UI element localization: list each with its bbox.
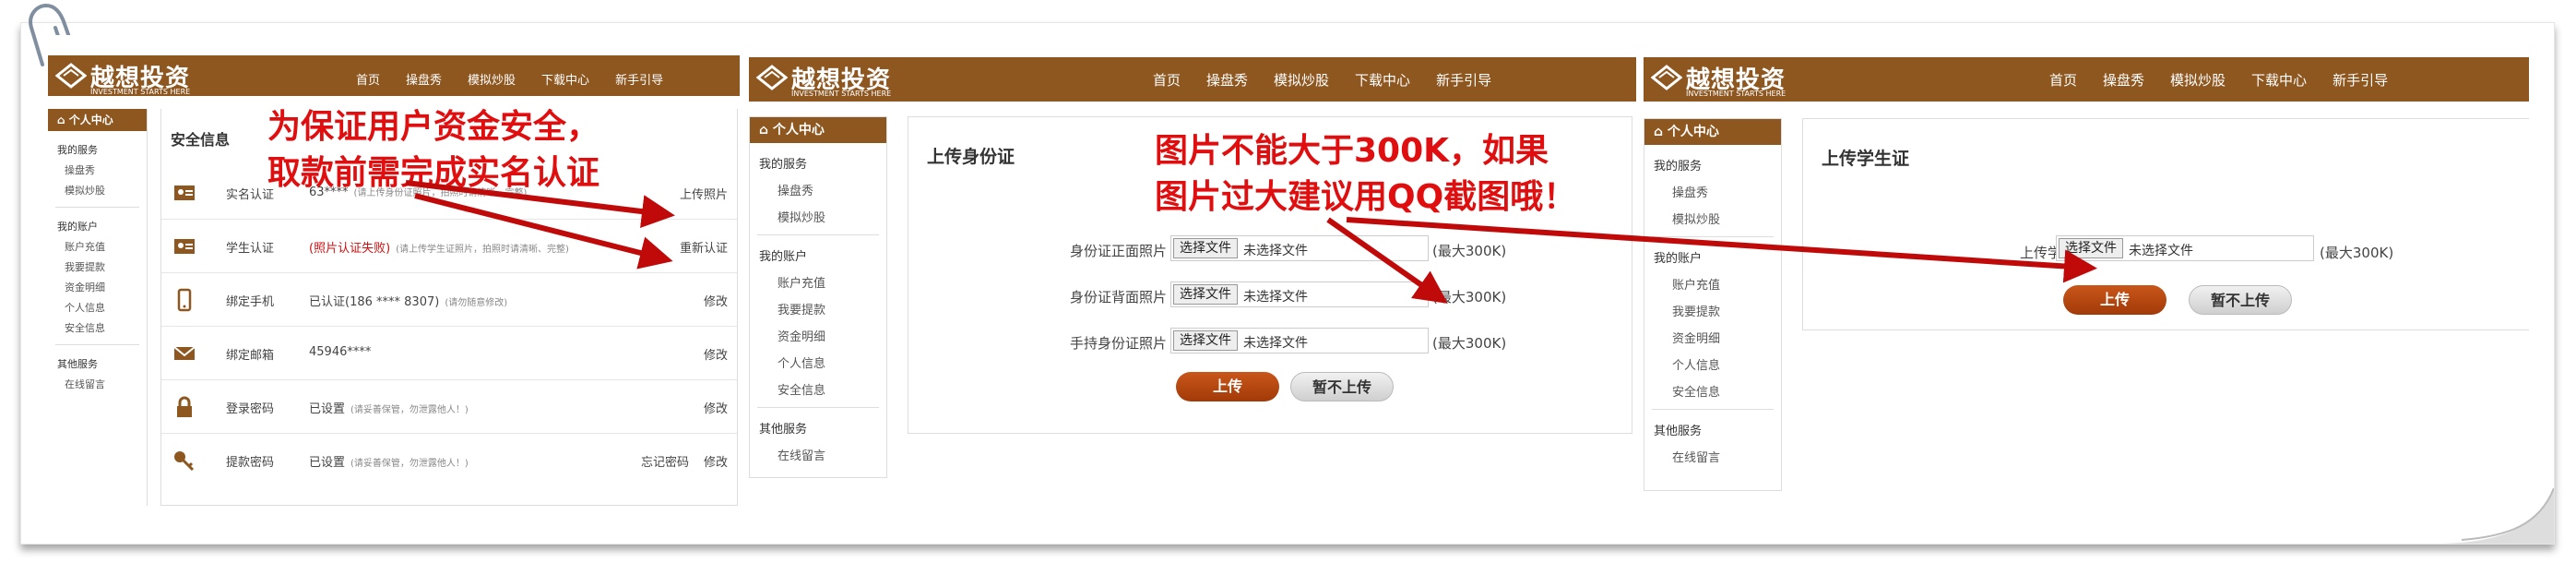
arrow-to-upload-photo [405, 180, 675, 228]
arrow-to-max-size [1326, 217, 1448, 304]
arrow-to-reverify [414, 193, 673, 270]
arrow-to-student-upload [1346, 217, 2097, 283]
annotation-arrows [405, 180, 2097, 304]
screenshot-stage: 越想投资 INVESTMENT STARTS HERE 首页 操盘秀 模拟炒股 … [0, 0, 2576, 563]
